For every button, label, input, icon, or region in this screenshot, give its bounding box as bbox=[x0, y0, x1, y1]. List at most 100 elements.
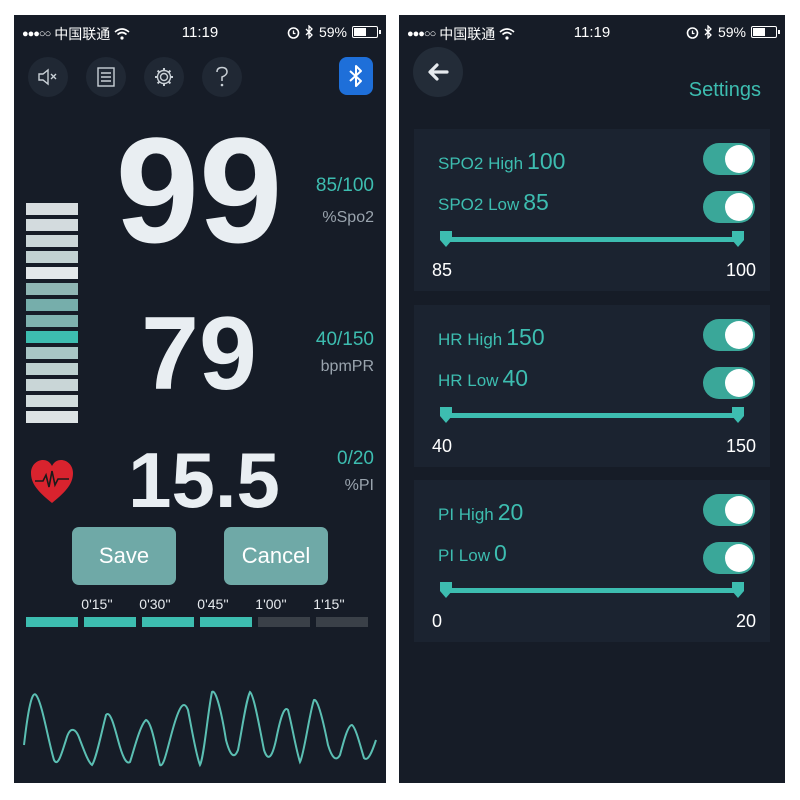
timeline-label: 0'45'' bbox=[197, 596, 229, 612]
perfusion-index-value: 15.5 bbox=[128, 436, 280, 524]
hr-low-name: HR Low bbox=[438, 371, 499, 390]
bar-segment bbox=[26, 219, 78, 231]
slider-max-thumb[interactable] bbox=[732, 582, 744, 598]
hr-high-label: HR High 150 bbox=[438, 324, 545, 351]
toggle-knob bbox=[725, 145, 753, 173]
slider-max-label: 100 bbox=[725, 260, 756, 280]
timeline-segment bbox=[26, 617, 78, 627]
perfusion-index-range: 0/20 bbox=[337, 448, 374, 469]
pulse-rate-value: 79 bbox=[141, 296, 257, 412]
perfusion-index-unit: %PI bbox=[344, 477, 374, 494]
settings-button[interactable] bbox=[144, 57, 184, 97]
battery-icon bbox=[751, 26, 780, 38]
toggle-knob bbox=[725, 496, 753, 524]
battery-icon bbox=[352, 26, 381, 38]
bar-segment bbox=[26, 379, 78, 391]
toggle-knob bbox=[725, 193, 753, 221]
bar-segment bbox=[26, 235, 78, 247]
help-icon bbox=[216, 66, 228, 87]
spo2-low-label: SPO2 Low 85 bbox=[438, 189, 549, 216]
slider-min-label: 0 bbox=[432, 611, 443, 631]
hr-high-value: 150 bbox=[506, 324, 545, 350]
help-button[interactable] bbox=[202, 57, 242, 97]
back-button[interactable] bbox=[413, 47, 463, 97]
slider-min-thumb[interactable] bbox=[440, 407, 452, 423]
pi-alarm-card: PI High 20 PI Low 0 0 20 bbox=[414, 480, 770, 642]
speaker-mute-icon bbox=[38, 68, 57, 86]
timeline-segment bbox=[316, 617, 368, 627]
bar-segment bbox=[26, 331, 78, 343]
timeline-label: 1'15'' bbox=[313, 596, 345, 612]
bar-segment bbox=[26, 203, 78, 215]
spo2-value: 99 bbox=[115, 106, 283, 274]
pi-high-value: 20 bbox=[497, 499, 524, 525]
slider-min-thumb[interactable] bbox=[440, 582, 452, 598]
slider-max-thumb[interactable] bbox=[732, 407, 744, 423]
hr-low-value: 40 bbox=[502, 365, 529, 391]
spo2-range: 85/100 bbox=[315, 175, 374, 196]
timeline-progress bbox=[26, 617, 372, 629]
timeline-label: 0'15'' bbox=[81, 596, 113, 612]
hr-alarm-card: HR High 150 HR Low 40 40 150 bbox=[414, 305, 770, 467]
toggle-knob bbox=[725, 321, 753, 349]
bar-segment bbox=[26, 347, 78, 359]
hr-high-toggle[interactable] bbox=[703, 319, 755, 351]
bar-segment bbox=[26, 411, 78, 423]
pi-range-slider[interactable] bbox=[446, 588, 738, 593]
page-title: Settings bbox=[688, 79, 761, 101]
alarm-icon bbox=[287, 26, 300, 39]
heart-icon bbox=[31, 460, 73, 503]
list-icon bbox=[97, 67, 115, 87]
slider-min-thumb[interactable] bbox=[440, 231, 452, 247]
pi-high-label: PI High 20 bbox=[438, 499, 523, 526]
pi-high-name: PI High bbox=[438, 505, 494, 524]
spo2-unit: %Spo2 bbox=[322, 209, 374, 226]
status-icons: 59% bbox=[686, 24, 780, 40]
hr-low-toggle[interactable] bbox=[703, 367, 755, 399]
pi-low-toggle[interactable] bbox=[703, 542, 755, 574]
bluetooth-button[interactable] bbox=[339, 57, 373, 95]
bluetooth-status-icon bbox=[704, 25, 712, 39]
timeline-label: 1'00'' bbox=[255, 596, 287, 612]
toggle-knob bbox=[725, 369, 753, 397]
hr-high-name: HR High bbox=[438, 330, 503, 349]
slider-min-label: 40 bbox=[432, 436, 453, 456]
battery-percent: 59% bbox=[717, 24, 746, 40]
hr-range-slider[interactable] bbox=[446, 413, 738, 418]
toggle-knob bbox=[725, 544, 753, 572]
settings-screen: ●●●○○ 中国联通 11:19 59% Settings SPO2 High … bbox=[399, 15, 785, 783]
spo2-high-value: 100 bbox=[527, 148, 566, 174]
pi-low-label: PI Low 0 bbox=[438, 540, 507, 567]
timeline-label: 0'30'' bbox=[139, 596, 171, 612]
save-button[interactable]: Save bbox=[72, 527, 176, 585]
spo2-low-name: SPO2 Low bbox=[438, 195, 520, 214]
bluetooth-status-icon bbox=[305, 25, 313, 39]
arrow-left-icon bbox=[428, 63, 449, 81]
pi-high-toggle[interactable] bbox=[703, 494, 755, 526]
battery-percent: 59% bbox=[318, 24, 347, 40]
bar-segment bbox=[26, 363, 78, 375]
bar-segment bbox=[26, 395, 78, 407]
cancel-button[interactable]: Cancel bbox=[224, 527, 328, 585]
spo2-range-slider[interactable] bbox=[446, 237, 738, 242]
pleth-waveform bbox=[23, 690, 377, 768]
slider-max-thumb[interactable] bbox=[732, 231, 744, 247]
timeline-segment bbox=[84, 617, 136, 627]
mute-button[interactable] bbox=[28, 57, 68, 97]
spo2-low-toggle[interactable] bbox=[703, 191, 755, 223]
bar-segment bbox=[26, 283, 78, 295]
bluetooth-icon bbox=[349, 65, 362, 87]
bar-segment bbox=[26, 251, 78, 263]
pi-low-value: 0 bbox=[493, 540, 507, 566]
spo2-high-toggle[interactable] bbox=[703, 143, 755, 175]
history-list-button[interactable] bbox=[86, 57, 126, 97]
status-bar: ●●●○○ 中国联通 11:19 59% bbox=[14, 15, 386, 47]
monitor-screen: ●●●○○ 中国联通 11:19 59% 99 85/100 %Spo2 79 … bbox=[14, 15, 386, 783]
timeline-segment bbox=[258, 617, 310, 627]
status-bar: ●●●○○ 中国联通 11:19 59% bbox=[399, 15, 785, 47]
slider-max-label: 20 bbox=[735, 611, 756, 631]
status-icons: 59% bbox=[287, 24, 381, 40]
bar-segment bbox=[26, 299, 78, 311]
slider-max-label: 150 bbox=[725, 436, 756, 456]
spo2-high-label: SPO2 High 100 bbox=[438, 148, 565, 175]
